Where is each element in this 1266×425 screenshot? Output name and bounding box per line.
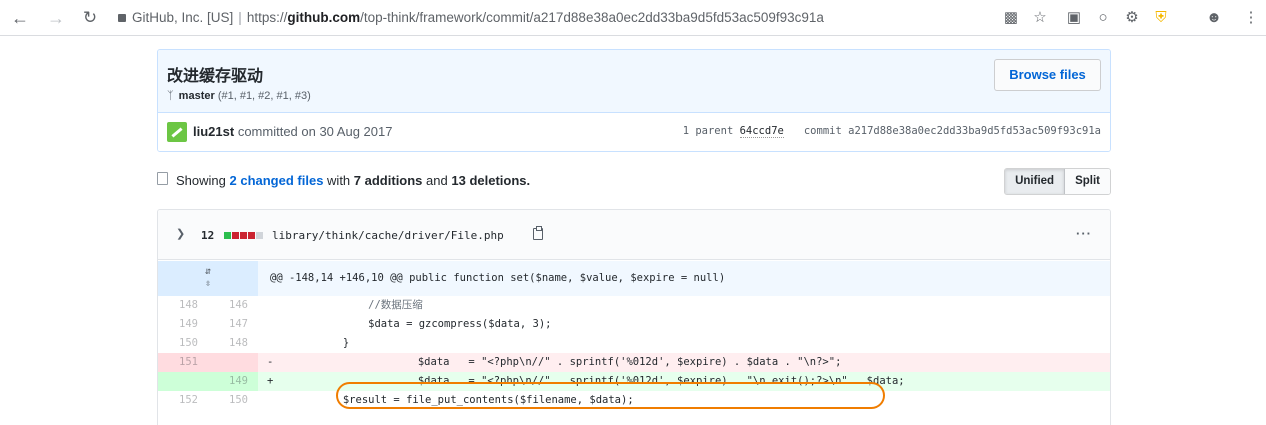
branch-refs: (#1, #1, #2, #1, #3) (217, 90, 311, 102)
commit-header: 改进缓存驱动 ᛉ master (#1, #1, #2, #1, #3) Bro… (157, 49, 1111, 152)
avatar[interactable] (167, 122, 187, 142)
parent-label: 1 parent (682, 125, 734, 137)
shield-icon[interactable]: ⛨ (1150, 7, 1172, 29)
circle-icon[interactable]: ○ (1092, 7, 1114, 29)
expand-icon[interactable]: ⇵ ⇳ (158, 261, 258, 296)
diff-summary: Showing 2 changed files with 7 additions… (176, 173, 531, 188)
new-line-number[interactable]: 146 (208, 296, 258, 315)
browse-files-button[interactable]: Browse files (994, 59, 1101, 91)
author-info: liu21st committed on 30 Aug 2017 (193, 124, 392, 139)
url-path: /top-think/framework/commit/a217d88e38a0… (360, 10, 824, 25)
branch-icon: ᛉ (167, 90, 174, 102)
old-line-number[interactable]: 149 (158, 315, 208, 334)
diff-summary-bar: Showing 2 changed files with 7 additions… (157, 168, 1111, 196)
old-line-number[interactable]: 151 (158, 353, 208, 372)
file-actions-button[interactable]: ··· (1076, 226, 1092, 241)
diff-view-toggle: Unified Split (1004, 168, 1111, 195)
reload-icon[interactable]: ↻ (78, 6, 102, 30)
account-icon[interactable]: ☻ (1203, 7, 1225, 29)
file-header: ❯ 12 library/think/cache/driver/File.php… (158, 210, 1110, 260)
diff-line: 149 147 $data = gzcompress($data, 3); (158, 315, 1110, 334)
site-org: GitHub, Inc. [US] (132, 10, 234, 25)
old-line-number[interactable]: 152 (158, 391, 208, 410)
commit-label: commit (803, 125, 842, 137)
url-prefix: https:// (246, 10, 288, 25)
new-line-number[interactable]: 148 (208, 334, 258, 353)
deletions-count: 13 deletions. (451, 173, 531, 188)
url-host: github.com (287, 10, 361, 25)
diff-line: 148 146 //数据压缩 (158, 296, 1110, 315)
commit-shas: 1 parent 64ccd7e commit a217d88e38a0ec2dd… (682, 125, 1101, 138)
diff-marker: - (267, 356, 274, 368)
gear-icon[interactable]: ⚙ (1121, 7, 1143, 29)
menu-icon[interactable]: ⋮ (1240, 7, 1262, 29)
old-line-number[interactable]: 148 (158, 296, 208, 315)
new-line-number[interactable] (208, 353, 258, 372)
copy-path-icon[interactable] (533, 226, 543, 240)
browser-toolbar: ← → ↻ GitHub, Inc. [US] | https://github.c… (0, 0, 1266, 36)
code-line: //数据压缩 (267, 299, 423, 311)
commit-title: 改进缓存驱动 (167, 68, 264, 85)
forward-icon[interactable]: → (44, 6, 68, 30)
new-line-number[interactable]: 149 (208, 372, 258, 391)
split-button[interactable]: Split (1065, 169, 1110, 194)
translate-icon[interactable]: ▩ (1000, 7, 1022, 29)
commit-meta-row: liu21st committed on 30 Aug 2017 1 paren… (158, 114, 1110, 151)
old-line-number[interactable] (158, 372, 208, 391)
bookmark-icon[interactable]: ▣ (1063, 7, 1085, 29)
star-icon[interactable]: ☆ (1029, 7, 1051, 29)
old-line-number[interactable]: 150 (158, 334, 208, 353)
diff-marker: + (267, 375, 274, 387)
diffstat-bar (224, 232, 263, 239)
deleted-line: 151 - $data = "<?php\n//" . sprintf('%01… (158, 353, 1110, 372)
new-line-number[interactable]: 150 (208, 391, 258, 410)
commit-title-area: 改进缓存驱动 ᛉ master (#1, #1, #2, #1, #3) Bro… (158, 50, 1110, 113)
hunk-header-row: ⇵ ⇳ @@ -148,14 +146,10 @@ public function… (158, 261, 1110, 296)
deleted-code: $data = "<?php\n//" . sprintf('%012d', $… (342, 356, 842, 368)
hunk-header: @@ -148,14 +146,10 @@ public function se… (270, 272, 726, 284)
additions-count: 7 additions (353, 173, 423, 188)
author-name[interactable]: liu21st (193, 124, 234, 139)
change-count: 12 (201, 229, 215, 242)
branch-name[interactable]: master (179, 90, 215, 102)
committed-date: committed on 30 Aug 2017 (237, 124, 393, 139)
address-bar[interactable]: GitHub, Inc. [US] | https://github.com/top… (118, 7, 958, 29)
unified-button[interactable]: Unified (1005, 169, 1066, 194)
code-line: $data = gzcompress($data, 3); (267, 318, 552, 330)
file-diff-icon (157, 172, 168, 185)
back-icon[interactable]: ← (8, 6, 32, 30)
code-line: } (267, 337, 350, 349)
highlight-annotation (336, 382, 885, 409)
code-line: - $data = "<?php\n//" . sprintf('%012d',… (258, 353, 1110, 372)
changed-files-link[interactable]: 2 changed files (230, 173, 324, 188)
new-line-number[interactable]: 147 (208, 315, 258, 334)
parent-sha-link[interactable]: 64ccd7e (739, 125, 784, 138)
diff-line: 150 148 } (158, 334, 1110, 353)
chevron-down-icon[interactable]: ❯ (176, 227, 185, 240)
branch-info: ᛉ master (#1, #1, #2, #1, #3) (167, 90, 311, 102)
file-path-link[interactable]: library/think/cache/driver/File.php (272, 229, 504, 242)
lock-icon (118, 14, 126, 22)
commit-sha: a217d88e38a0ec2dd33ba9d5fd53ac509f93c91a (848, 125, 1101, 137)
